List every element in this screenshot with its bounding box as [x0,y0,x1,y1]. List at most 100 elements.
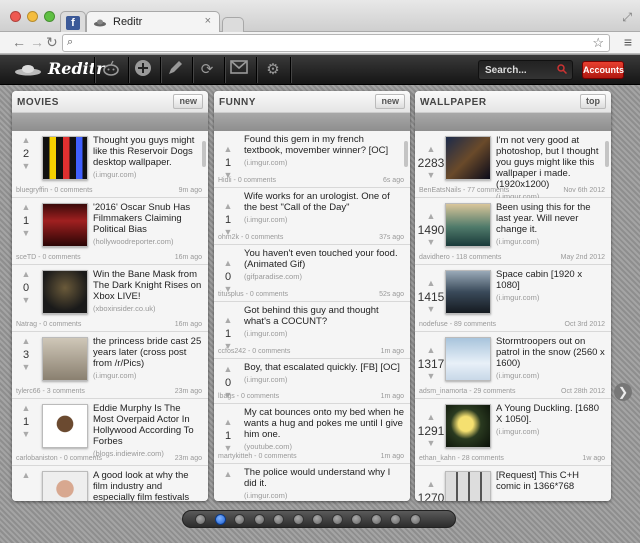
post-author[interactable]: davidhero - 118 comments [419,254,501,261]
downvote-arrow-icon[interactable]: ▼ [417,372,445,381]
post-title[interactable]: Stormtroopers out on patrol in the snow … [496,336,605,381]
post-author[interactable]: sceTD - 0 comments [16,254,81,261]
page-dot[interactable] [390,514,401,525]
sort-button[interactable]: new [173,94,203,109]
downvote-arrow-icon[interactable]: ▼ [16,229,36,238]
post-title[interactable]: You haven't even touched your food. (Ani… [244,248,404,282]
tab-reditr[interactable]: Reditr × [86,11,220,33]
zoom-window-button[interactable] [44,11,55,22]
post-item[interactable]: ▲ 1 ▼ Wife works for an urologist. One of … [214,188,410,245]
post-thumbnail[interactable] [445,337,491,381]
close-window-button[interactable] [10,11,21,22]
downvote-arrow-icon[interactable]: ▼ [417,171,445,180]
post-title[interactable]: Space cabin [1920 x 1080] (i.imgur.com) [496,269,605,303]
downvote-arrow-icon[interactable]: ▼ [417,305,445,314]
tab-close-icon[interactable]: × [205,15,211,27]
upvote-arrow-icon[interactable]: ▲ [16,337,36,346]
refresh-icon[interactable]: ⟳ [196,59,218,81]
post-item[interactable]: ▲ 3 ▼ the princess bride cast 25 years lat… [12,332,208,399]
post-author[interactable]: ohm2k - 0 comments [218,234,283,241]
downvote-arrow-icon[interactable]: ▼ [218,444,238,453]
page-dot[interactable] [195,514,206,525]
post-author[interactable]: BenEatsNails - 77 comments [419,187,509,194]
post-item[interactable]: ▲ 1 ▼ My cat bounces onto my bed when he w… [214,404,410,464]
post-author[interactable]: Hidli - 0 comments [218,177,276,184]
upvote-arrow-icon[interactable]: ▲ [417,279,445,288]
downvote-arrow-icon[interactable]: ▼ [417,439,445,448]
post-title[interactable]: Wife works for an urologist. One of the … [244,191,404,225]
column-scrollbar[interactable] [605,141,609,167]
accounts-button[interactable]: Accounts [582,61,624,79]
post-item[interactable]: ▲ 1 ▼ Found this gem in my french textbook… [214,131,410,188]
upvote-arrow-icon[interactable]: ▲ [218,418,238,427]
post-title[interactable]: My cat bounces onto my bed when he wants… [244,407,404,452]
upvote-arrow-icon[interactable]: ▲ [417,212,445,221]
tab-facebook[interactable]: f [60,11,86,33]
post-item[interactable]: ▲ 1 ▼ Eddie Murphy Is The Most Overpaid Ac… [12,399,208,466]
post-thumbnail[interactable] [445,270,491,314]
post-author[interactable]: bluegryffin - 0 comments [16,187,93,194]
sort-button[interactable]: top [580,94,606,109]
post-thumbnail[interactable] [42,337,88,381]
upvote-arrow-icon[interactable]: ▲ [417,145,445,154]
post-item[interactable]: ▲ 2283 ▼ I'm not very good at photoshop, b… [415,131,611,201]
page-dot[interactable] [312,514,323,525]
downvote-arrow-icon[interactable]: ▼ [16,363,36,372]
post-title[interactable]: Thought you guys might like this Reservo… [93,135,202,180]
post-item[interactable]: ▲ 0 ▼ You haven't even touched your food. … [214,245,410,302]
bookmark-star-icon[interactable]: ☆ [592,35,604,51]
post-author[interactable]: ccfos242 - 0 comments [218,348,290,355]
post-list[interactable]: ▲ 2283 ▼ I'm not very good at photoshop, b… [415,131,611,501]
page-dot[interactable] [273,514,284,525]
menu-icon[interactable]: ≡ [624,34,632,50]
upvote-arrow-icon[interactable]: ▲ [417,346,445,355]
compose-pencil-icon[interactable] [164,59,186,81]
post-author[interactable]: lbags - 0 comments [218,393,279,400]
add-page-icon[interactable] [409,514,421,525]
upvote-arrow-icon[interactable]: ▲ [16,136,36,145]
upvote-arrow-icon[interactable]: ▲ [218,316,238,325]
post-title[interactable]: '2016' Oscar Snub Has Filmmakers Claimin… [93,202,202,247]
column-scrollbar[interactable] [202,141,206,167]
post-title[interactable]: Been using this for the last year. Will … [496,202,605,247]
post-thumbnail[interactable] [42,471,88,501]
sort-button[interactable]: new [375,94,405,109]
post-title[interactable]: A Young Duckling. [1680 X 1050]. (i.imgu… [496,403,605,437]
post-title[interactable]: Found this gem in my french textbook, mo… [244,134,404,168]
upvote-arrow-icon[interactable]: ▲ [218,470,238,479]
post-author[interactable]: adsm_inamorta - 29 comments [419,388,515,395]
page-dot[interactable] [351,514,362,525]
reddit-search-input[interactable]: Search... [478,60,573,80]
page-dot[interactable] [331,514,343,525]
next-column-arrow-icon[interactable]: ❯ [614,383,632,401]
post-item[interactable]: ▲ 1490 ▼ Been using this for the last year… [415,198,611,265]
upvote-arrow-icon[interactable]: ▲ [16,203,36,212]
downvote-arrow-icon[interactable]: ▼ [16,162,36,171]
post-title[interactable]: Got behind this guy and thought what's a… [244,305,404,339]
settings-gear-icon[interactable]: ⚙ [262,59,284,81]
page-dot[interactable] [234,514,245,525]
post-thumbnail[interactable] [445,203,491,247]
page-dot[interactable] [253,514,265,525]
new-tab-button[interactable] [222,17,244,33]
minimize-window-button[interactable] [27,11,38,22]
page-dot[interactable] [370,514,382,525]
post-item[interactable]: ▲ 1 ▼ Got behind this guy and thought what… [214,302,410,359]
post-item[interactable]: ▲ 0 ▼ Boy, that escalated quickly. [FB] [O… [214,359,410,404]
upvote-arrow-icon[interactable]: ▲ [218,202,238,211]
post-item[interactable]: ▲ 1415 ▼ Space cabin [1920 x 1080] (i.imgu… [415,265,611,332]
post-title[interactable]: the princess bride cast 25 years later (… [93,336,202,381]
post-thumbnail[interactable] [42,270,88,314]
column-scrollbar[interactable] [404,141,408,167]
downvote-arrow-icon[interactable]: ▼ [16,430,36,439]
post-list[interactable]: ▲ 1 ▼ Found this gem in my french textbook… [214,131,410,501]
post-title[interactable]: Eddie Murphy Is The Most Overpaid Actor … [93,403,202,459]
post-title[interactable]: The police would understand why I did it… [244,467,404,501]
page-dot[interactable] [292,514,304,525]
upvote-arrow-icon[interactable]: ▲ [16,270,36,279]
back-arrow-icon[interactable]: ← [12,34,26,50]
post-thumbnail[interactable] [445,471,491,501]
reload-icon[interactable]: ↻ [46,34,58,51]
upvote-arrow-icon[interactable]: ▲ [218,145,238,154]
forward-arrow-icon[interactable]: → [30,34,44,50]
